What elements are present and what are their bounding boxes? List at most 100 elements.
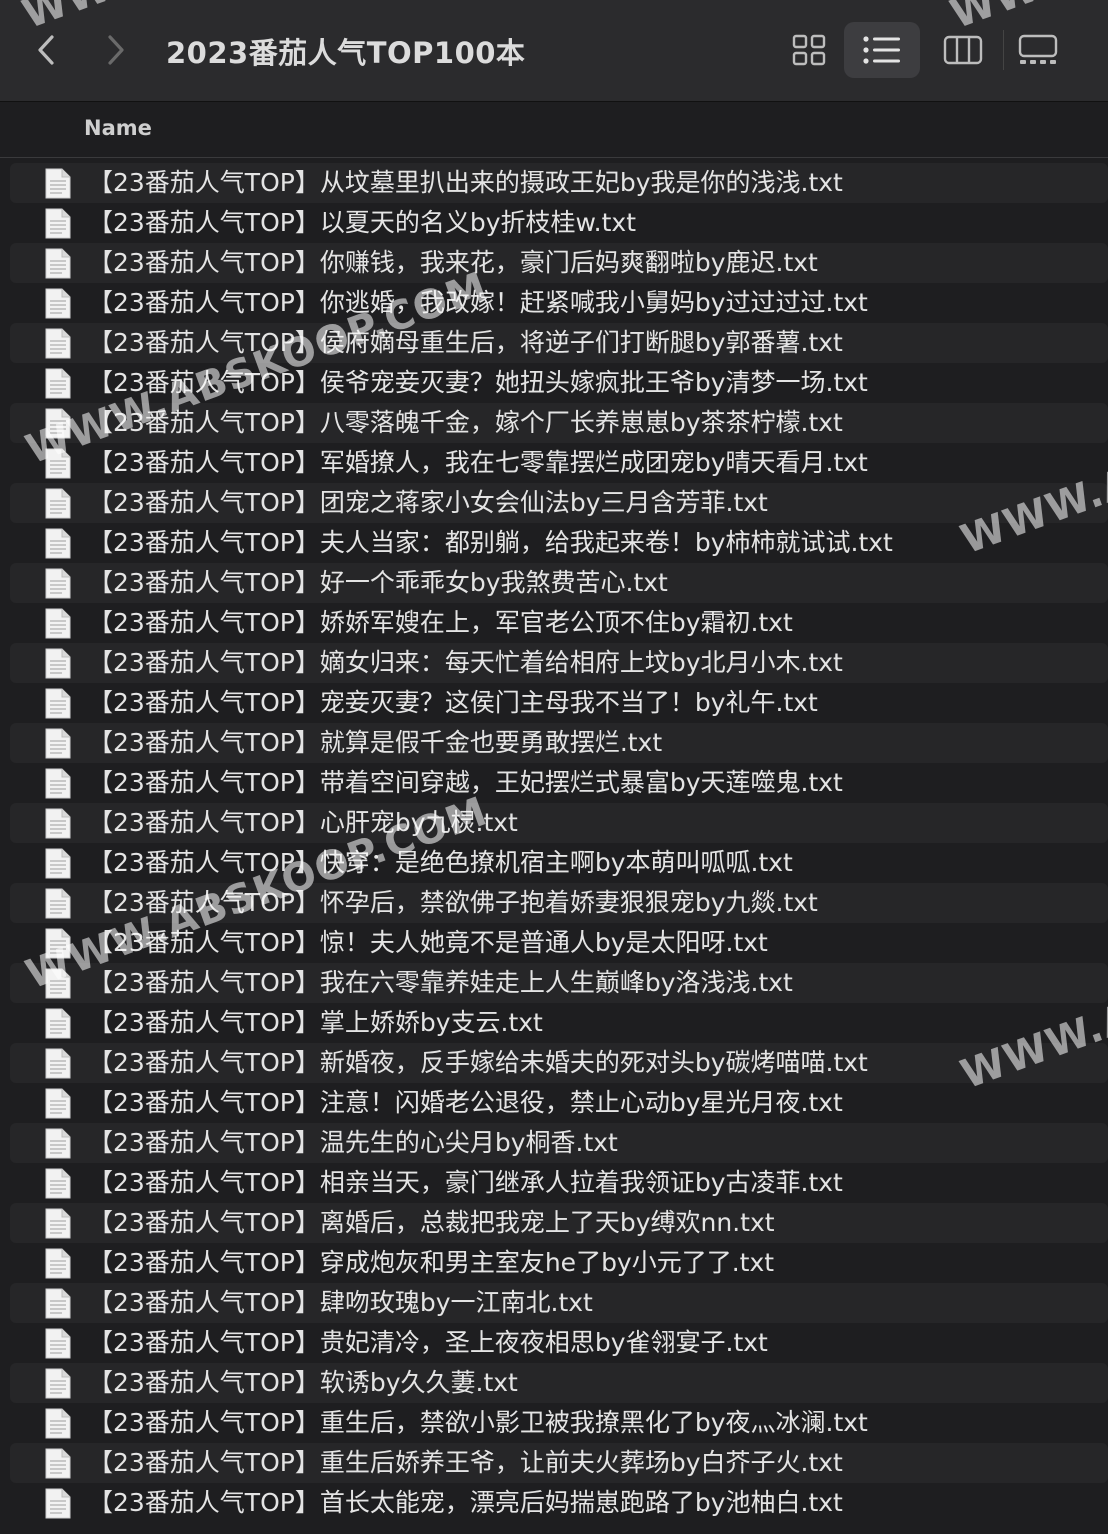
name-column-header[interactable]: Name	[84, 116, 152, 140]
file-row[interactable]: 【23番茄人气TOP】惊！夫人她竟不是普通人by是太阳呀.txt	[10, 923, 1108, 963]
toolbar: 2023番茄人气TOP100本	[0, 0, 1108, 102]
file-name: 【23番茄人气TOP】怀孕后，禁欲佛子抱着娇妻狠狠宠by九燚.txt	[88, 888, 818, 917]
file-row[interactable]: 【23番茄人气TOP】好一个乖乖女by我煞费苦心.txt	[10, 563, 1108, 603]
column-view-button[interactable]	[925, 22, 1001, 78]
file-name: 【23番茄人气TOP】以夏天的名义by折枝桂w.txt	[88, 208, 636, 237]
file-name: 【23番茄人气TOP】团宠之蒋家小女会仙法by三月含芳菲.txt	[88, 488, 768, 517]
file-row[interactable]: 【23番茄人气TOP】我在六零靠养娃走上人生巅峰by洛浅浅.txt	[10, 963, 1108, 1003]
back-button[interactable]	[26, 28, 66, 72]
file-name: 【23番茄人气TOP】首长太能宠，漂亮后妈揣崽跑路了by池柚白.txt	[88, 1488, 843, 1517]
file-row[interactable]: 【23番茄人气TOP】重生后娇养王爷，让前夫火葬场by白芥子火.txt	[10, 1443, 1108, 1483]
file-name: 【23番茄人气TOP】从坟墓里扒出来的摄政王妃by我是你的浅浅.txt	[88, 168, 843, 197]
gallery-view-icon	[1018, 34, 1058, 64]
text-document-icon	[44, 408, 72, 439]
text-document-icon	[44, 168, 72, 199]
window-title: 2023番茄人气TOP100本	[166, 36, 526, 70]
text-document-icon	[44, 1008, 72, 1039]
icon-view-icon	[792, 34, 826, 66]
file-row[interactable]: 【23番茄人气TOP】掌上娇娇by支云.txt	[10, 1003, 1108, 1043]
text-document-icon	[44, 288, 72, 319]
file-row[interactable]: 【23番茄人气TOP】就算是假千金也要勇敢摆烂.txt	[10, 723, 1108, 763]
file-name: 【23番茄人气TOP】娇娇军嫂在上，军官老公顶不住by霜初.txt	[88, 608, 793, 637]
file-row[interactable]: 【23番茄人气TOP】贵妃清冷，圣上夜夜相思by雀翎宴子.txt	[10, 1323, 1108, 1363]
file-name: 【23番茄人气TOP】就算是假千金也要勇敢摆烂.txt	[88, 728, 663, 757]
icon-view-button[interactable]	[771, 22, 847, 78]
text-document-icon	[44, 1448, 72, 1479]
text-document-icon	[44, 728, 72, 759]
file-row[interactable]: 【23番茄人气TOP】怀孕后，禁欲佛子抱着娇妻狠狠宠by九燚.txt	[10, 883, 1108, 923]
text-document-icon	[44, 1328, 72, 1359]
chevron-right-icon	[108, 35, 124, 65]
column-view-icon	[943, 35, 983, 65]
file-row[interactable]: 【23番茄人气TOP】军婚撩人，我在七零靠摆烂成团宠by晴天看月.txt	[10, 443, 1108, 483]
file-name: 【23番茄人气TOP】嫡女归来：每天忙着给相府上坟by北月小木.txt	[88, 648, 843, 677]
forward-button[interactable]	[96, 28, 136, 72]
file-row[interactable]: 【23番茄人气TOP】你赚钱，我来花，豪门后妈爽翻啦by鹿迟.txt	[10, 243, 1108, 283]
file-row[interactable]: 【23番茄人气TOP】团宠之蒋家小女会仙法by三月含芳菲.txt	[10, 483, 1108, 523]
text-document-icon	[44, 848, 72, 879]
file-list: 【23番茄人气TOP】从坟墓里扒出来的摄政王妃by我是你的浅浅.txt 【23番茄…	[10, 163, 1108, 1523]
file-row[interactable]: 【23番茄人气TOP】心肝宠by九棂.txt	[10, 803, 1108, 843]
file-name: 【23番茄人气TOP】掌上娇娇by支云.txt	[88, 1008, 543, 1037]
file-row[interactable]: 【23番茄人气TOP】相亲当天，豪门继承人拉着我领证by古凌菲.txt	[10, 1163, 1108, 1203]
text-document-icon	[44, 1488, 72, 1519]
file-row[interactable]: 【23番茄人气TOP】快穿：是绝色撩机宿主啊by本萌叫呱呱.txt	[10, 843, 1108, 883]
text-document-icon	[44, 608, 72, 639]
file-row[interactable]: 【23番茄人气TOP】离婚后，总裁把我宠上了天by缚欢nn.txt	[10, 1203, 1108, 1243]
text-document-icon	[44, 888, 72, 919]
text-document-icon	[44, 1408, 72, 1439]
file-name: 【23番茄人气TOP】侯爷宠妾灭妻？她扭头嫁疯批王爷by清梦一场.txt	[88, 368, 868, 397]
gallery-view-button[interactable]	[1000, 22, 1076, 78]
file-row[interactable]: 【23番茄人气TOP】首长太能宠，漂亮后妈揣崽跑路了by池柚白.txt	[10, 1483, 1108, 1523]
text-document-icon	[44, 1168, 72, 1199]
text-document-icon	[44, 488, 72, 519]
list-view-icon	[863, 36, 900, 64]
file-name: 【23番茄人气TOP】贵妃清冷，圣上夜夜相思by雀翎宴子.txt	[88, 1328, 768, 1357]
file-row[interactable]: 【23番茄人气TOP】从坟墓里扒出来的摄政王妃by我是你的浅浅.txt	[10, 163, 1108, 203]
file-row[interactable]: 【23番茄人气TOP】侯爷宠妾灭妻？她扭头嫁疯批王爷by清梦一场.txt	[10, 363, 1108, 403]
text-document-icon	[44, 1128, 72, 1159]
file-row[interactable]: 【23番茄人气TOP】侯府嫡母重生后，将逆子们打断腿by郭番薯.txt	[10, 323, 1108, 363]
list-view-button[interactable]	[844, 22, 920, 78]
file-name: 【23番茄人气TOP】重生后，禁欲小影卫被我撩黑化了by夜灬冰澜.txt	[88, 1408, 868, 1437]
file-name: 【23番茄人气TOP】心肝宠by九棂.txt	[88, 808, 518, 837]
file-row[interactable]: 【23番茄人气TOP】注意！闪婚老公退役，禁止心动by星光月夜.txt	[10, 1083, 1108, 1123]
file-row[interactable]: 【23番茄人气TOP】宠妾灭妻？这侯门主母我不当了！by礼午.txt	[10, 683, 1108, 723]
file-name: 【23番茄人气TOP】软诱by久久萋.txt	[88, 1368, 518, 1397]
text-document-icon	[44, 768, 72, 799]
column-header: Name	[0, 102, 1108, 158]
text-document-icon	[44, 688, 72, 719]
file-row[interactable]: 【23番茄人气TOP】软诱by久久萋.txt	[10, 1363, 1108, 1403]
file-row[interactable]: 【23番茄人气TOP】娇娇军嫂在上，军官老公顶不住by霜初.txt	[10, 603, 1108, 643]
file-name: 【23番茄人气TOP】你逃婚，我改嫁！赶紧喊我小舅妈by过过过过.txt	[88, 288, 868, 317]
file-name: 【23番茄人气TOP】重生后娇养王爷，让前夫火葬场by白芥子火.txt	[88, 1448, 843, 1477]
text-document-icon	[44, 568, 72, 599]
file-row[interactable]: 【23番茄人气TOP】穿成炮灰和男主室友he了by小元了了.txt	[10, 1243, 1108, 1283]
text-document-icon	[44, 1248, 72, 1279]
file-row[interactable]: 【23番茄人气TOP】夫人当家：都别躺，给我起来卷！by柿柿就试试.txt	[10, 523, 1108, 563]
file-row[interactable]: 【23番茄人气TOP】你逃婚，我改嫁！赶紧喊我小舅妈by过过过过.txt	[10, 283, 1108, 323]
file-row[interactable]: 【23番茄人气TOP】重生后，禁欲小影卫被我撩黑化了by夜灬冰澜.txt	[10, 1403, 1108, 1443]
file-row[interactable]: 【23番茄人气TOP】肆吻玫瑰by一江南北.txt	[10, 1283, 1108, 1323]
file-name: 【23番茄人气TOP】惊！夫人她竟不是普通人by是太阳呀.txt	[88, 928, 768, 957]
text-document-icon	[44, 1368, 72, 1399]
file-row[interactable]: 【23番茄人气TOP】带着空间穿越，王妃摆烂式暴富by天莲噬鬼.txt	[10, 763, 1108, 803]
file-row[interactable]: 【23番茄人气TOP】以夏天的名义by折枝桂w.txt	[10, 203, 1108, 243]
file-name: 【23番茄人气TOP】带着空间穿越，王妃摆烂式暴富by天莲噬鬼.txt	[88, 768, 843, 797]
text-document-icon	[44, 1088, 72, 1119]
file-name: 【23番茄人气TOP】温先生的心尖月by桐香.txt	[88, 1128, 618, 1157]
file-row[interactable]: 【23番茄人气TOP】八零落魄千金，嫁个厂长养崽崽by茶茶柠檬.txt	[10, 403, 1108, 443]
file-row[interactable]: 【23番茄人气TOP】新婚夜，反手嫁给未婚夫的死对头by碳烤喵喵.txt	[10, 1043, 1108, 1083]
text-document-icon	[44, 1208, 72, 1239]
file-name: 【23番茄人气TOP】好一个乖乖女by我煞费苦心.txt	[88, 568, 668, 597]
file-name: 【23番茄人气TOP】离婚后，总裁把我宠上了天by缚欢nn.txt	[88, 1208, 775, 1237]
text-document-icon	[44, 648, 72, 679]
file-name: 【23番茄人气TOP】八零落魄千金，嫁个厂长养崽崽by茶茶柠檬.txt	[88, 408, 843, 437]
file-row[interactable]: 【23番茄人气TOP】温先生的心尖月by桐香.txt	[10, 1123, 1108, 1163]
file-name: 【23番茄人气TOP】夫人当家：都别躺，给我起来卷！by柿柿就试试.txt	[88, 528, 893, 557]
file-name: 【23番茄人气TOP】侯府嫡母重生后，将逆子们打断腿by郭番薯.txt	[88, 328, 843, 357]
file-name: 【23番茄人气TOP】注意！闪婚老公退役，禁止心动by星光月夜.txt	[88, 1088, 843, 1117]
file-name: 【23番茄人气TOP】新婚夜，反手嫁给未婚夫的死对头by碳烤喵喵.txt	[88, 1048, 868, 1077]
text-document-icon	[44, 368, 72, 399]
file-row[interactable]: 【23番茄人气TOP】嫡女归来：每天忙着给相府上坟by北月小木.txt	[10, 643, 1108, 683]
